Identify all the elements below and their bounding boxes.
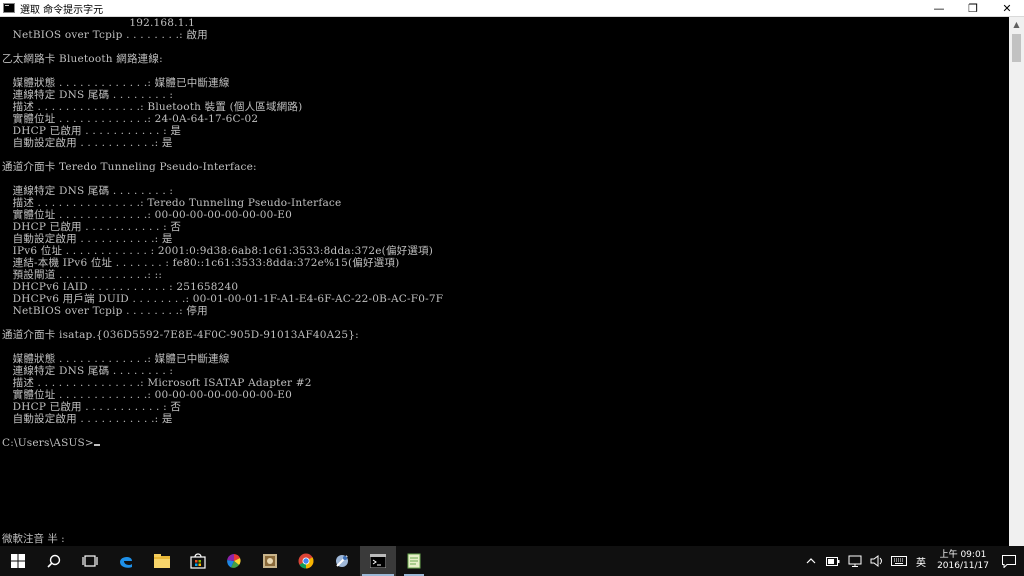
scroll-thumb[interactable] — [1012, 34, 1021, 62]
console-output[interactable]: 192.168.1.1 NetBIOS over Tcpip . . . . .… — [0, 17, 1009, 546]
pinwheel-icon — [227, 554, 241, 568]
chrome-button[interactable] — [288, 546, 324, 576]
console-line: 192.168.1.1 — [2, 17, 196, 29]
console-line: 連結-本機 IPv6 位址 . . . . . . . : fe80::1c61… — [2, 257, 400, 269]
console-line: 通道介面卡 Teredo Tunneling Pseudo-Interface: — [2, 161, 257, 173]
windows-logo-icon — [11, 554, 25, 568]
close-button[interactable]: ✕ — [990, 0, 1024, 17]
console-line: DHCPv6 用戶端 DUID . . . . . . . .: 00-01-0… — [2, 293, 444, 305]
text-cursor — [93, 444, 100, 446]
console-line: 通道介面卡 isatap.{036D5592-7E8E-4F0C-905D-91… — [2, 329, 359, 341]
app-tool-button[interactable] — [324, 546, 360, 576]
console-line: DHCP 已啟用 . . . . . . . . . . . : 否 — [2, 401, 182, 413]
console-line: 描述 . . . . . . . . . . . . . . .: Micros… — [2, 377, 312, 389]
show-hidden-icons-chevron-up-icon[interactable] — [800, 546, 822, 576]
console-line: NetBIOS over Tcpip . . . . . . . .: 停用 — [2, 305, 208, 317]
app-photo-button[interactable] — [252, 546, 288, 576]
minimize-button[interactable]: — — [922, 0, 956, 17]
battery-icon[interactable] — [822, 546, 844, 576]
clock-date: 2016/11/17 — [937, 561, 989, 571]
console-line: DHCPv6 IAID . . . . . . . . . . . : 2516… — [2, 281, 239, 293]
action-center-button[interactable] — [994, 546, 1024, 576]
chrome-icon — [298, 553, 314, 569]
console-line: 連線特定 DNS 尾碼 . . . . . . . . : — [2, 89, 174, 101]
window-title: 選取 命令提示字元 — [20, 4, 104, 16]
title-bar[interactable]: 選取 命令提示字元 — ❐ ✕ — [0, 0, 1024, 17]
console-line: 連線特定 DNS 尾碼 . . . . . . . . : — [2, 365, 174, 377]
console-line: 描述 . . . . . . . . . . . . . . .: Teredo… — [2, 197, 342, 209]
task-view-button[interactable] — [72, 546, 108, 576]
console-line: 自動設定啟用 . . . . . . . . . . .: 是 — [2, 233, 173, 245]
input-language-indicator[interactable]: 英 — [910, 546, 932, 576]
notepad-icon — [407, 553, 421, 569]
console-line: 自動設定啟用 . . . . . . . . . . .: 是 — [2, 413, 173, 425]
console-line: IPv6 位址 . . . . . . . . . . . . : 2001:0… — [2, 245, 434, 257]
photo-app-icon — [263, 554, 277, 568]
console-line: 預設閘道 . . . . . . . . . . . . .: :: — [2, 269, 163, 281]
store-button[interactable] — [180, 546, 216, 576]
search-icon — [47, 554, 61, 568]
clock-time: 上午 09:01 — [939, 550, 987, 560]
console-line: 實體位址 . . . . . . . . . . . . .: 00-00-00… — [2, 389, 292, 401]
taskbar: 英 上午 09:01 2016/11/17 — [0, 546, 1024, 576]
vertical-scrollbar[interactable]: ▲ — [1009, 17, 1024, 546]
console-line: DHCP 已啟用 . . . . . . . . . . . : 否 — [2, 221, 182, 233]
cmd-icon — [370, 554, 386, 568]
console-line: C:\Users\ASUS> — [2, 437, 443, 449]
tool-app-icon — [336, 555, 348, 567]
console-line: DHCP 已啟用 . . . . . . . . . . . : 是 — [2, 125, 182, 137]
scroll-up-arrow-icon[interactable]: ▲ — [1009, 17, 1024, 32]
file-explorer-button[interactable] — [144, 546, 180, 576]
network-icon[interactable] — [844, 546, 866, 576]
edge-button[interactable] — [108, 546, 144, 576]
console-line: 實體位址 . . . . . . . . . . . . .: 00-00-00… — [2, 209, 292, 221]
start-button[interactable] — [0, 546, 36, 576]
edge-icon — [120, 556, 132, 568]
keyboard-icon[interactable] — [888, 546, 910, 576]
task-view-icon — [82, 555, 98, 567]
console-line: 連線特定 DNS 尾碼 . . . . . . . . : — [2, 185, 174, 197]
console-line: 實體位址 . . . . . . . . . . . . .: 24-0A-64… — [2, 113, 259, 125]
ime-status: 微軟注音 半 : — [2, 533, 65, 545]
volume-icon[interactable] — [866, 546, 888, 576]
console-line: 描述 . . . . . . . . . . . . . . .: Blueto… — [2, 101, 303, 113]
console-lines: 192.168.1.1 NetBIOS over Tcpip . . . . .… — [2, 17, 443, 449]
cmd-window-icon[interactable] — [3, 3, 15, 13]
cmd-button[interactable] — [360, 546, 396, 576]
console-line: NetBIOS over Tcpip . . . . . . . .: 啟用 — [2, 29, 208, 41]
console-line: 乙太網路卡 Bluetooth 網路連線: — [2, 53, 163, 65]
system-tray: 英 上午 09:01 2016/11/17 — [800, 546, 1024, 576]
console-line: 媒體狀態 . . . . . . . . . . . . .: 媒體已中斷連線 — [2, 353, 230, 365]
notification-icon — [1002, 554, 1016, 568]
folder-icon — [154, 554, 170, 568]
store-icon — [190, 553, 206, 569]
picasa-button[interactable] — [216, 546, 252, 576]
search-button[interactable] — [36, 546, 72, 576]
clock[interactable]: 上午 09:01 2016/11/17 — [932, 550, 994, 572]
notepad-button[interactable] — [396, 546, 432, 576]
console-line: 媒體狀態 . . . . . . . . . . . . .: 媒體已中斷連線 — [2, 77, 230, 89]
console-line: 自動設定啟用 . . . . . . . . . . .: 是 — [2, 137, 173, 149]
maximize-button[interactable]: ❐ — [956, 0, 990, 17]
